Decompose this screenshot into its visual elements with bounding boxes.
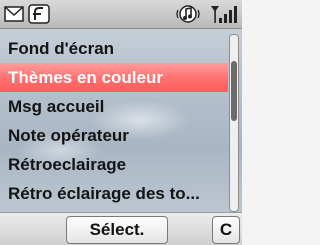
brand-icon: [28, 4, 50, 29]
menu-item-label: Msg accueil: [8, 97, 105, 116]
menu-item-operator-note[interactable]: Note opérateur: [0, 121, 228, 150]
settings-menu-list: Fond d'écran Thèmes en couleur Msg accue…: [0, 34, 228, 208]
menu-item-color-themes[interactable]: Thèmes en couleur: [0, 63, 228, 92]
scrollbar-thumb[interactable]: [231, 61, 237, 121]
menu-item-key-backlight[interactable]: Rétro éclairage des to...: [0, 179, 228, 208]
clear-button[interactable]: C: [212, 216, 240, 244]
scrollbar[interactable]: [229, 34, 239, 212]
signal-icon: [210, 4, 238, 29]
menu-item-welcome-message[interactable]: Msg accueil: [0, 92, 228, 121]
menu-item-label: Thèmes en couleur: [8, 68, 163, 87]
menu-item-wallpaper[interactable]: Fond d'écran: [0, 34, 228, 63]
select-button[interactable]: Sélect.: [66, 216, 168, 244]
menu-item-label: Rétroeclairage: [8, 155, 127, 174]
message-icon: [4, 4, 28, 29]
phone-screen: Fond d'écran Thèmes en couleur Msg accue…: [0, 0, 242, 245]
ringtone-icon: [176, 4, 200, 29]
menu-item-backlight[interactable]: Rétroeclairage: [0, 150, 228, 179]
menu-item-label: Rétro éclairage des to...: [8, 184, 200, 203]
menu-item-label: Fond d'écran: [8, 39, 115, 58]
softkey-bar: Sélect. C: [0, 212, 242, 245]
status-bar: [0, 0, 242, 29]
menu-item-label: Note opérateur: [8, 126, 129, 145]
